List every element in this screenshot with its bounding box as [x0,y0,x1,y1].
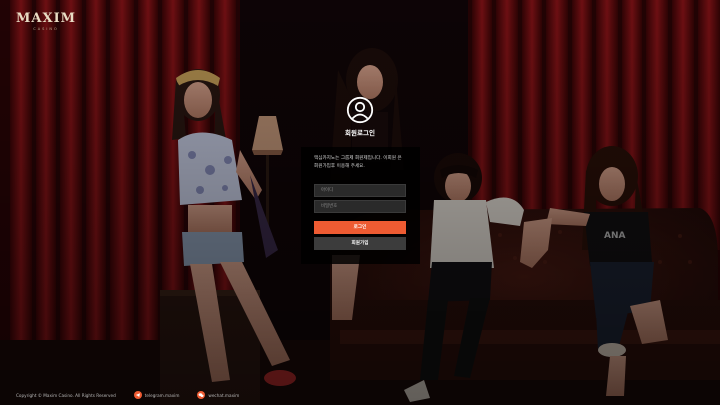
login-notice: 맥심카지노는 그룹제 회원제입니다. 이회원 은 회원가입후 이용해 주세요. [314,156,402,169]
copyright-text: Copyright © Maxim Casino. All Rights Res… [16,392,116,398]
wechat-label: wechat.maxim [208,392,240,398]
login-panel: 맥심카지노는 그룹제 회원제입니다. 이회원 은 회원가입후 이용해 주세요. … [301,147,420,264]
login-header: 회원로그인 [330,96,390,137]
logo-wordmark: MAXIM [16,11,77,26]
maxim-logo[interactable]: MAXIM CASINO [16,11,77,32]
password-input[interactable] [314,200,406,213]
logo-subtext: CASINO [33,27,59,31]
telegram-contact[interactable]: telegram.maxim [133,391,180,399]
telegram-label: telegram.maxim [144,392,180,398]
wechat-icon [197,391,206,399]
signup-button[interactable]: 회원가입 [314,237,406,250]
login-button[interactable]: 로그인 [314,221,406,234]
username-input[interactable] [314,184,406,197]
footer: Copyright © Maxim Casino. All Rights Res… [16,389,257,401]
user-circle-icon [346,96,374,124]
login-title: 회원로그인 [345,129,375,137]
wechat-contact[interactable]: wechat.maxim [197,391,239,399]
telegram-icon [133,391,142,399]
